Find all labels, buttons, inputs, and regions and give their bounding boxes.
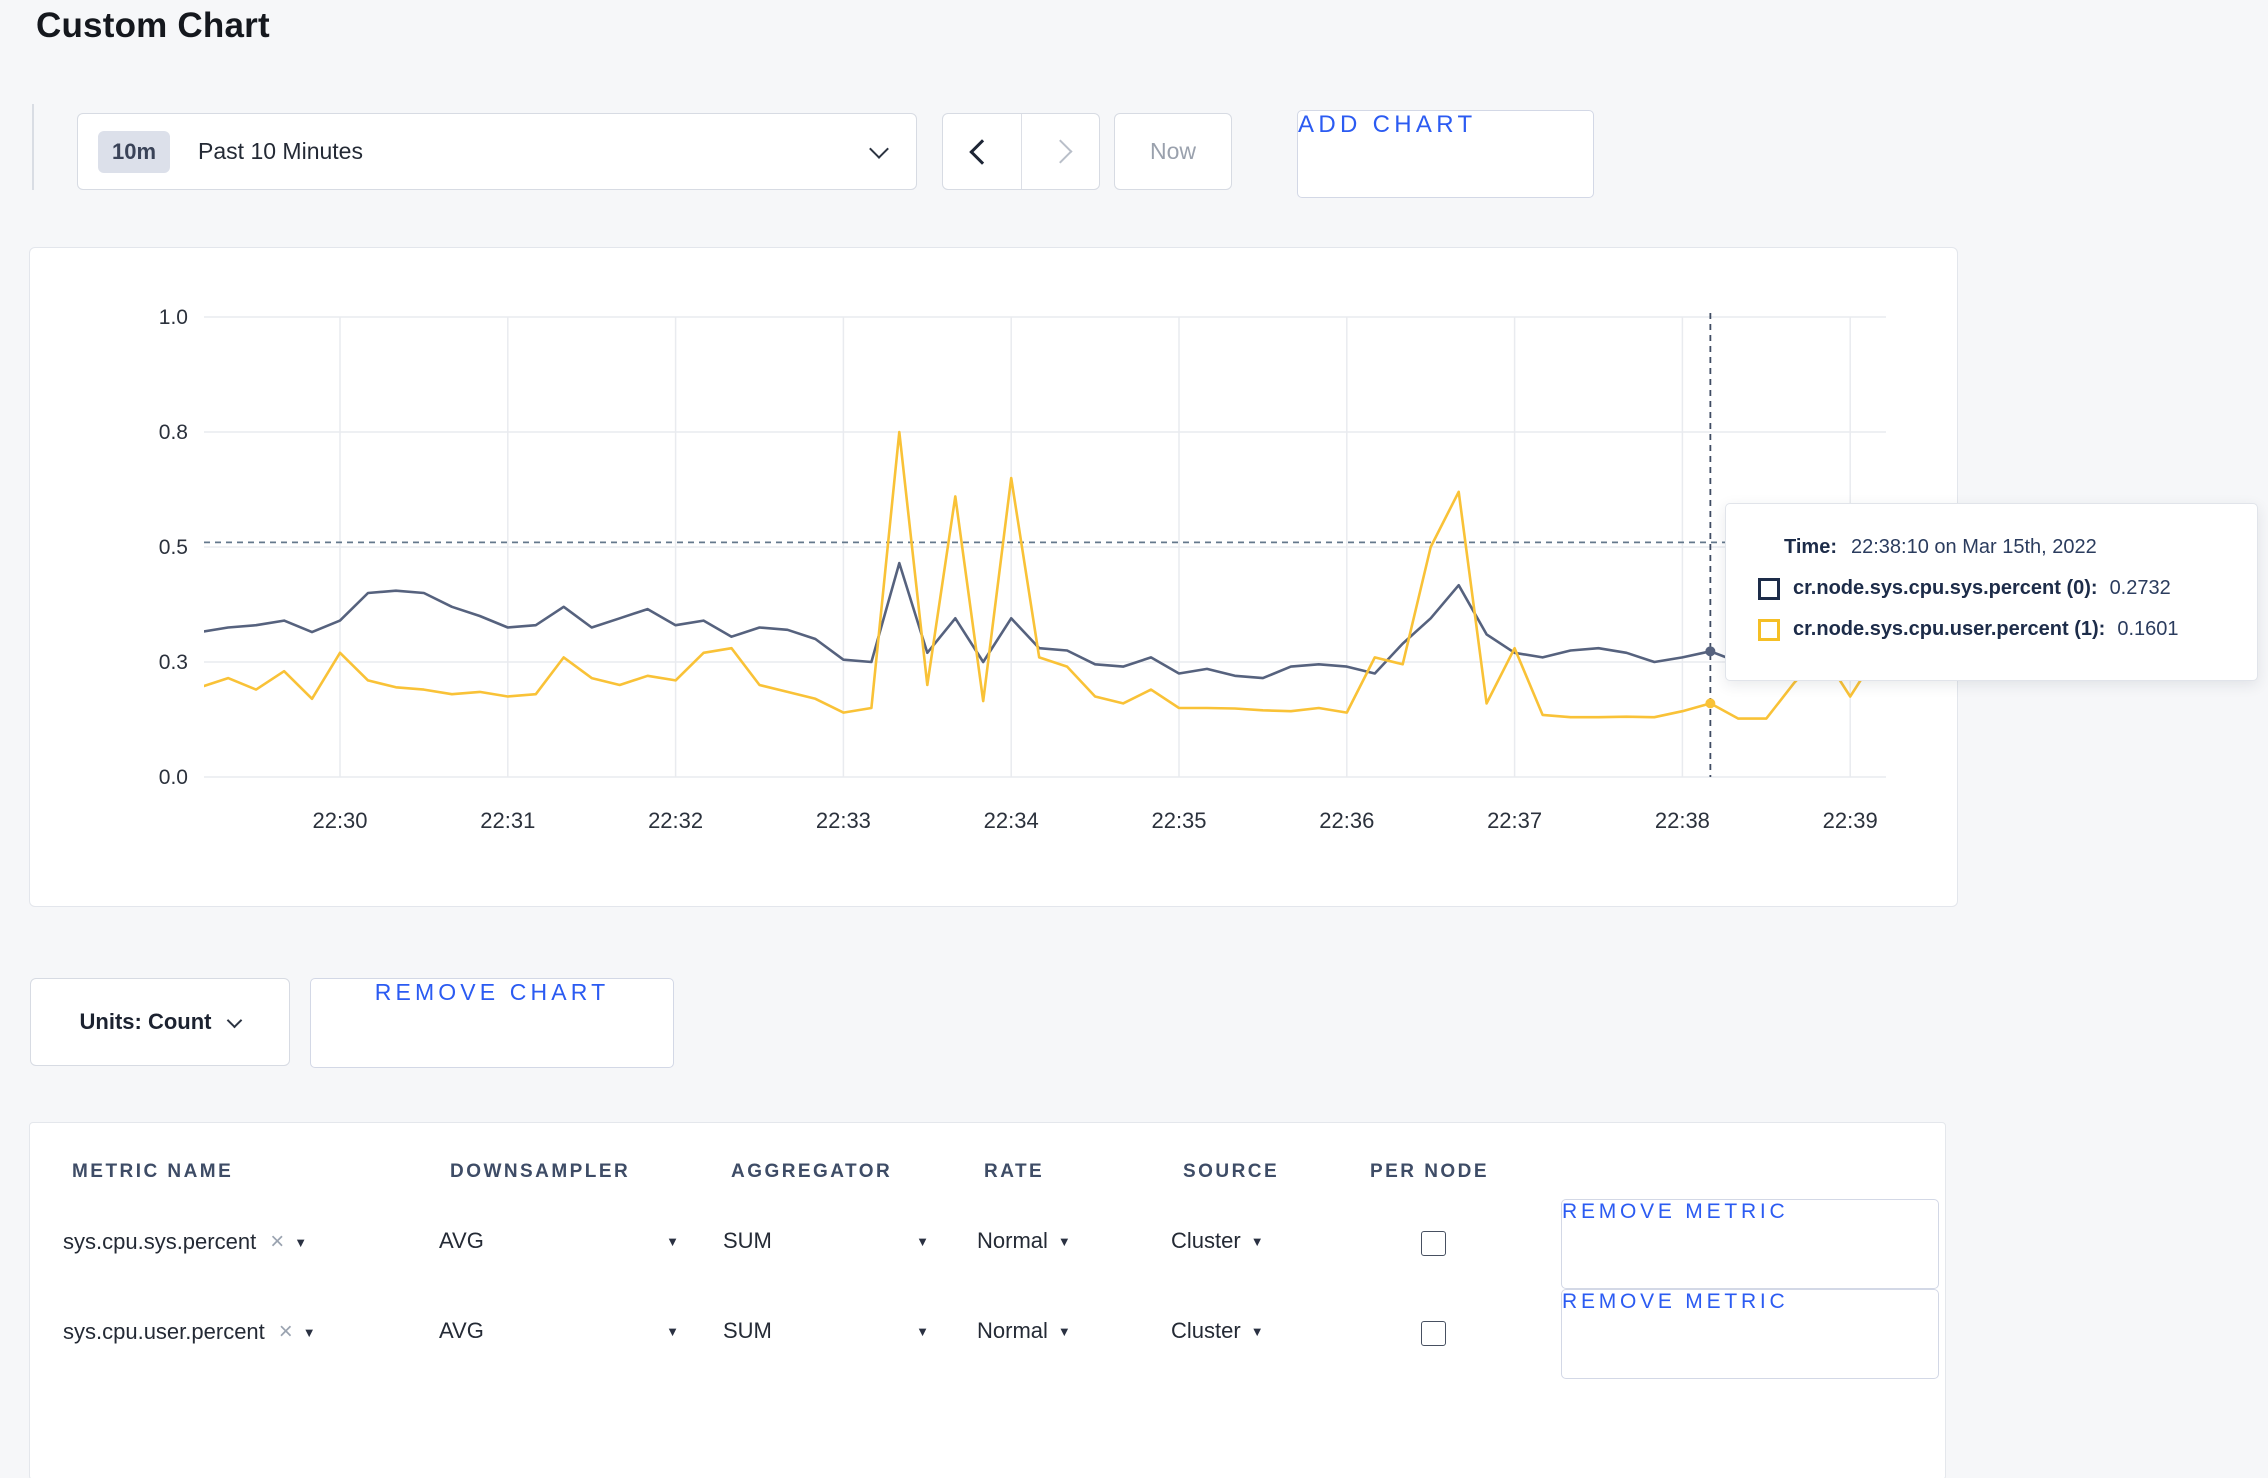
add-chart-button[interactable]: ADD CHART bbox=[1297, 110, 1594, 198]
caret-down-icon: ▼ bbox=[1250, 1233, 1264, 1249]
metric-name-value: sys.cpu.user.percent bbox=[63, 1319, 265, 1344]
chart-card: 1.0 0.8 0.5 0.3 0.0 22:30 22:31 22:32 22:33 22:34… bbox=[29, 247, 1958, 907]
sys-hover-point bbox=[1705, 646, 1716, 657]
time-back-button[interactable] bbox=[943, 114, 1022, 189]
x-axis-tick-label: 22:39 bbox=[1823, 808, 1878, 833]
rate-value: Normal bbox=[977, 1228, 1048, 1253]
caret-down-icon: ▼ bbox=[916, 1233, 929, 1249]
metric-name-value: sys.cpu.sys.percent bbox=[63, 1229, 257, 1254]
tooltip-user-label: cr.node.sys.cpu.user.percent (1): bbox=[1793, 618, 2106, 640]
caret-down-icon: ▼ bbox=[1057, 1323, 1071, 1339]
sys-series-swatch-icon bbox=[1758, 577, 1780, 600]
x-axis-tick-label: 22:35 bbox=[1151, 808, 1206, 833]
sys-percent-line bbox=[204, 561, 1879, 680]
chevron-left-icon bbox=[969, 138, 995, 165]
x-axis-tick-label: 22:34 bbox=[984, 808, 1039, 833]
rate-select[interactable]: Normal ▼ bbox=[977, 1318, 1071, 1344]
x-axis-tick-label: 22:36 bbox=[1319, 808, 1374, 833]
source-select[interactable]: Cluster ▼ bbox=[1171, 1228, 1264, 1254]
chart-tooltip: Time: 22:38:10 on Mar 15th, 2022 cr.node… bbox=[1725, 503, 2258, 681]
col-header-downsampler: DOWNSAMPLER bbox=[450, 1161, 631, 1182]
user-percent-line bbox=[204, 430, 1880, 720]
custom-chart-page: Custom Chart 10m Past 10 Minutes Now ADD… bbox=[0, 0, 2268, 1478]
y-axis-tick-label: 0.0 bbox=[159, 766, 188, 789]
x-axis-tick-label: 22:37 bbox=[1487, 808, 1542, 833]
downsampler-select[interactable]: AVG ▼ bbox=[439, 1228, 679, 1254]
remove-metric-button[interactable]: REMOVE METRIC bbox=[1561, 1199, 1939, 1289]
tooltip-sys-label: cr.node.sys.cpu.sys.percent (0): bbox=[1793, 577, 2098, 599]
timeseries-chart[interactable]: 1.0 0.8 0.5 0.3 0.0 22:30 22:31 22:32 22:33 22:34… bbox=[30, 248, 1957, 906]
x-axis-tick-label: 22:38 bbox=[1655, 808, 1710, 833]
aggregator-value: SUM bbox=[723, 1228, 772, 1253]
downsampler-value: AVG bbox=[439, 1318, 484, 1343]
source-select[interactable]: Cluster ▼ bbox=[1171, 1318, 1264, 1344]
source-value: Cluster bbox=[1171, 1318, 1241, 1343]
now-button[interactable]: Now bbox=[1114, 113, 1232, 190]
caret-down-icon: ▼ bbox=[666, 1233, 679, 1249]
caret-down-icon: ▼ bbox=[1250, 1323, 1264, 1339]
caret-down-icon: ▼ bbox=[302, 1324, 316, 1340]
downsampler-select[interactable]: AVG ▼ bbox=[439, 1318, 679, 1344]
caret-down-icon: ▼ bbox=[1057, 1233, 1071, 1249]
aggregator-value: SUM bbox=[723, 1318, 772, 1343]
col-header-rate: RATE bbox=[984, 1161, 1045, 1182]
time-forward-button[interactable] bbox=[1022, 114, 1100, 189]
metric-name-select[interactable]: sys.cpu.user.percent × ▼ bbox=[63, 1318, 316, 1346]
col-header-metric-name: METRIC NAME bbox=[72, 1161, 234, 1182]
page-title: Custom Chart bbox=[36, 6, 270, 45]
metrics-table: METRIC NAME DOWNSAMPLER AGGREGATOR RATE … bbox=[29, 1122, 1946, 1478]
toolbar-left-divider bbox=[32, 104, 34, 190]
x-axis-tick-label: 22:31 bbox=[480, 808, 535, 833]
caret-down-icon: ▼ bbox=[294, 1234, 308, 1250]
time-range-label: Past 10 Minutes bbox=[198, 138, 363, 164]
metric-name-select[interactable]: sys.cpu.sys.percent × ▼ bbox=[63, 1228, 307, 1256]
y-axis-tick-label: 0.5 bbox=[159, 536, 188, 559]
rate-value: Normal bbox=[977, 1318, 1048, 1343]
y-axis-tick-label: 0.8 bbox=[159, 421, 188, 444]
chevron-down-icon bbox=[227, 1012, 243, 1028]
remove-chart-button[interactable]: REMOVE CHART bbox=[310, 978, 674, 1068]
tooltip-sys-value: 0.2732 bbox=[2109, 577, 2171, 599]
time-range-badge: 10m bbox=[98, 130, 171, 173]
x-axis-tick-label: 22:32 bbox=[648, 808, 703, 833]
caret-down-icon: ▼ bbox=[916, 1323, 929, 1339]
chevron-down-icon bbox=[869, 138, 889, 159]
clear-metric-icon[interactable]: × bbox=[279, 1318, 293, 1346]
tooltip-time-label: Time: bbox=[1784, 536, 1837, 558]
rate-select[interactable]: Normal ▼ bbox=[977, 1228, 1071, 1254]
chevron-right-icon bbox=[1048, 139, 1073, 164]
x-axis-tick-label: 22:30 bbox=[312, 808, 367, 833]
aggregator-select[interactable]: SUM ▼ bbox=[723, 1228, 929, 1254]
clear-metric-icon[interactable]: × bbox=[270, 1228, 284, 1256]
per-node-checkbox[interactable] bbox=[1421, 1321, 1446, 1346]
col-header-per-node: PER NODE bbox=[1370, 1161, 1489, 1182]
aggregator-select[interactable]: SUM ▼ bbox=[723, 1318, 929, 1344]
y-axis-tick-label: 1.0 bbox=[159, 306, 188, 329]
time-step-buttons bbox=[942, 113, 1100, 190]
units-select[interactable]: Units: Count bbox=[30, 978, 290, 1066]
source-value: Cluster bbox=[1171, 1228, 1241, 1253]
col-header-aggregator: AGGREGATOR bbox=[731, 1161, 893, 1182]
col-header-source: SOURCE bbox=[1183, 1161, 1280, 1182]
caret-down-icon: ▼ bbox=[666, 1323, 679, 1339]
user-hover-point bbox=[1705, 698, 1716, 709]
units-label: Units: Count bbox=[79, 1009, 212, 1034]
x-axis-tick-label: 22:33 bbox=[816, 808, 871, 833]
downsampler-value: AVG bbox=[439, 1228, 484, 1253]
per-node-checkbox[interactable] bbox=[1421, 1231, 1446, 1256]
user-series-swatch-icon bbox=[1758, 618, 1780, 641]
y-axis-tick-label: 0.3 bbox=[159, 651, 188, 674]
time-range-select[interactable]: 10m Past 10 Minutes bbox=[77, 113, 917, 190]
tooltip-user-value: 0.1601 bbox=[2117, 618, 2179, 640]
tooltip-time-value: 22:38:10 on Mar 15th, 2022 bbox=[1850, 536, 2097, 558]
remove-metric-button[interactable]: REMOVE METRIC bbox=[1561, 1289, 1939, 1379]
